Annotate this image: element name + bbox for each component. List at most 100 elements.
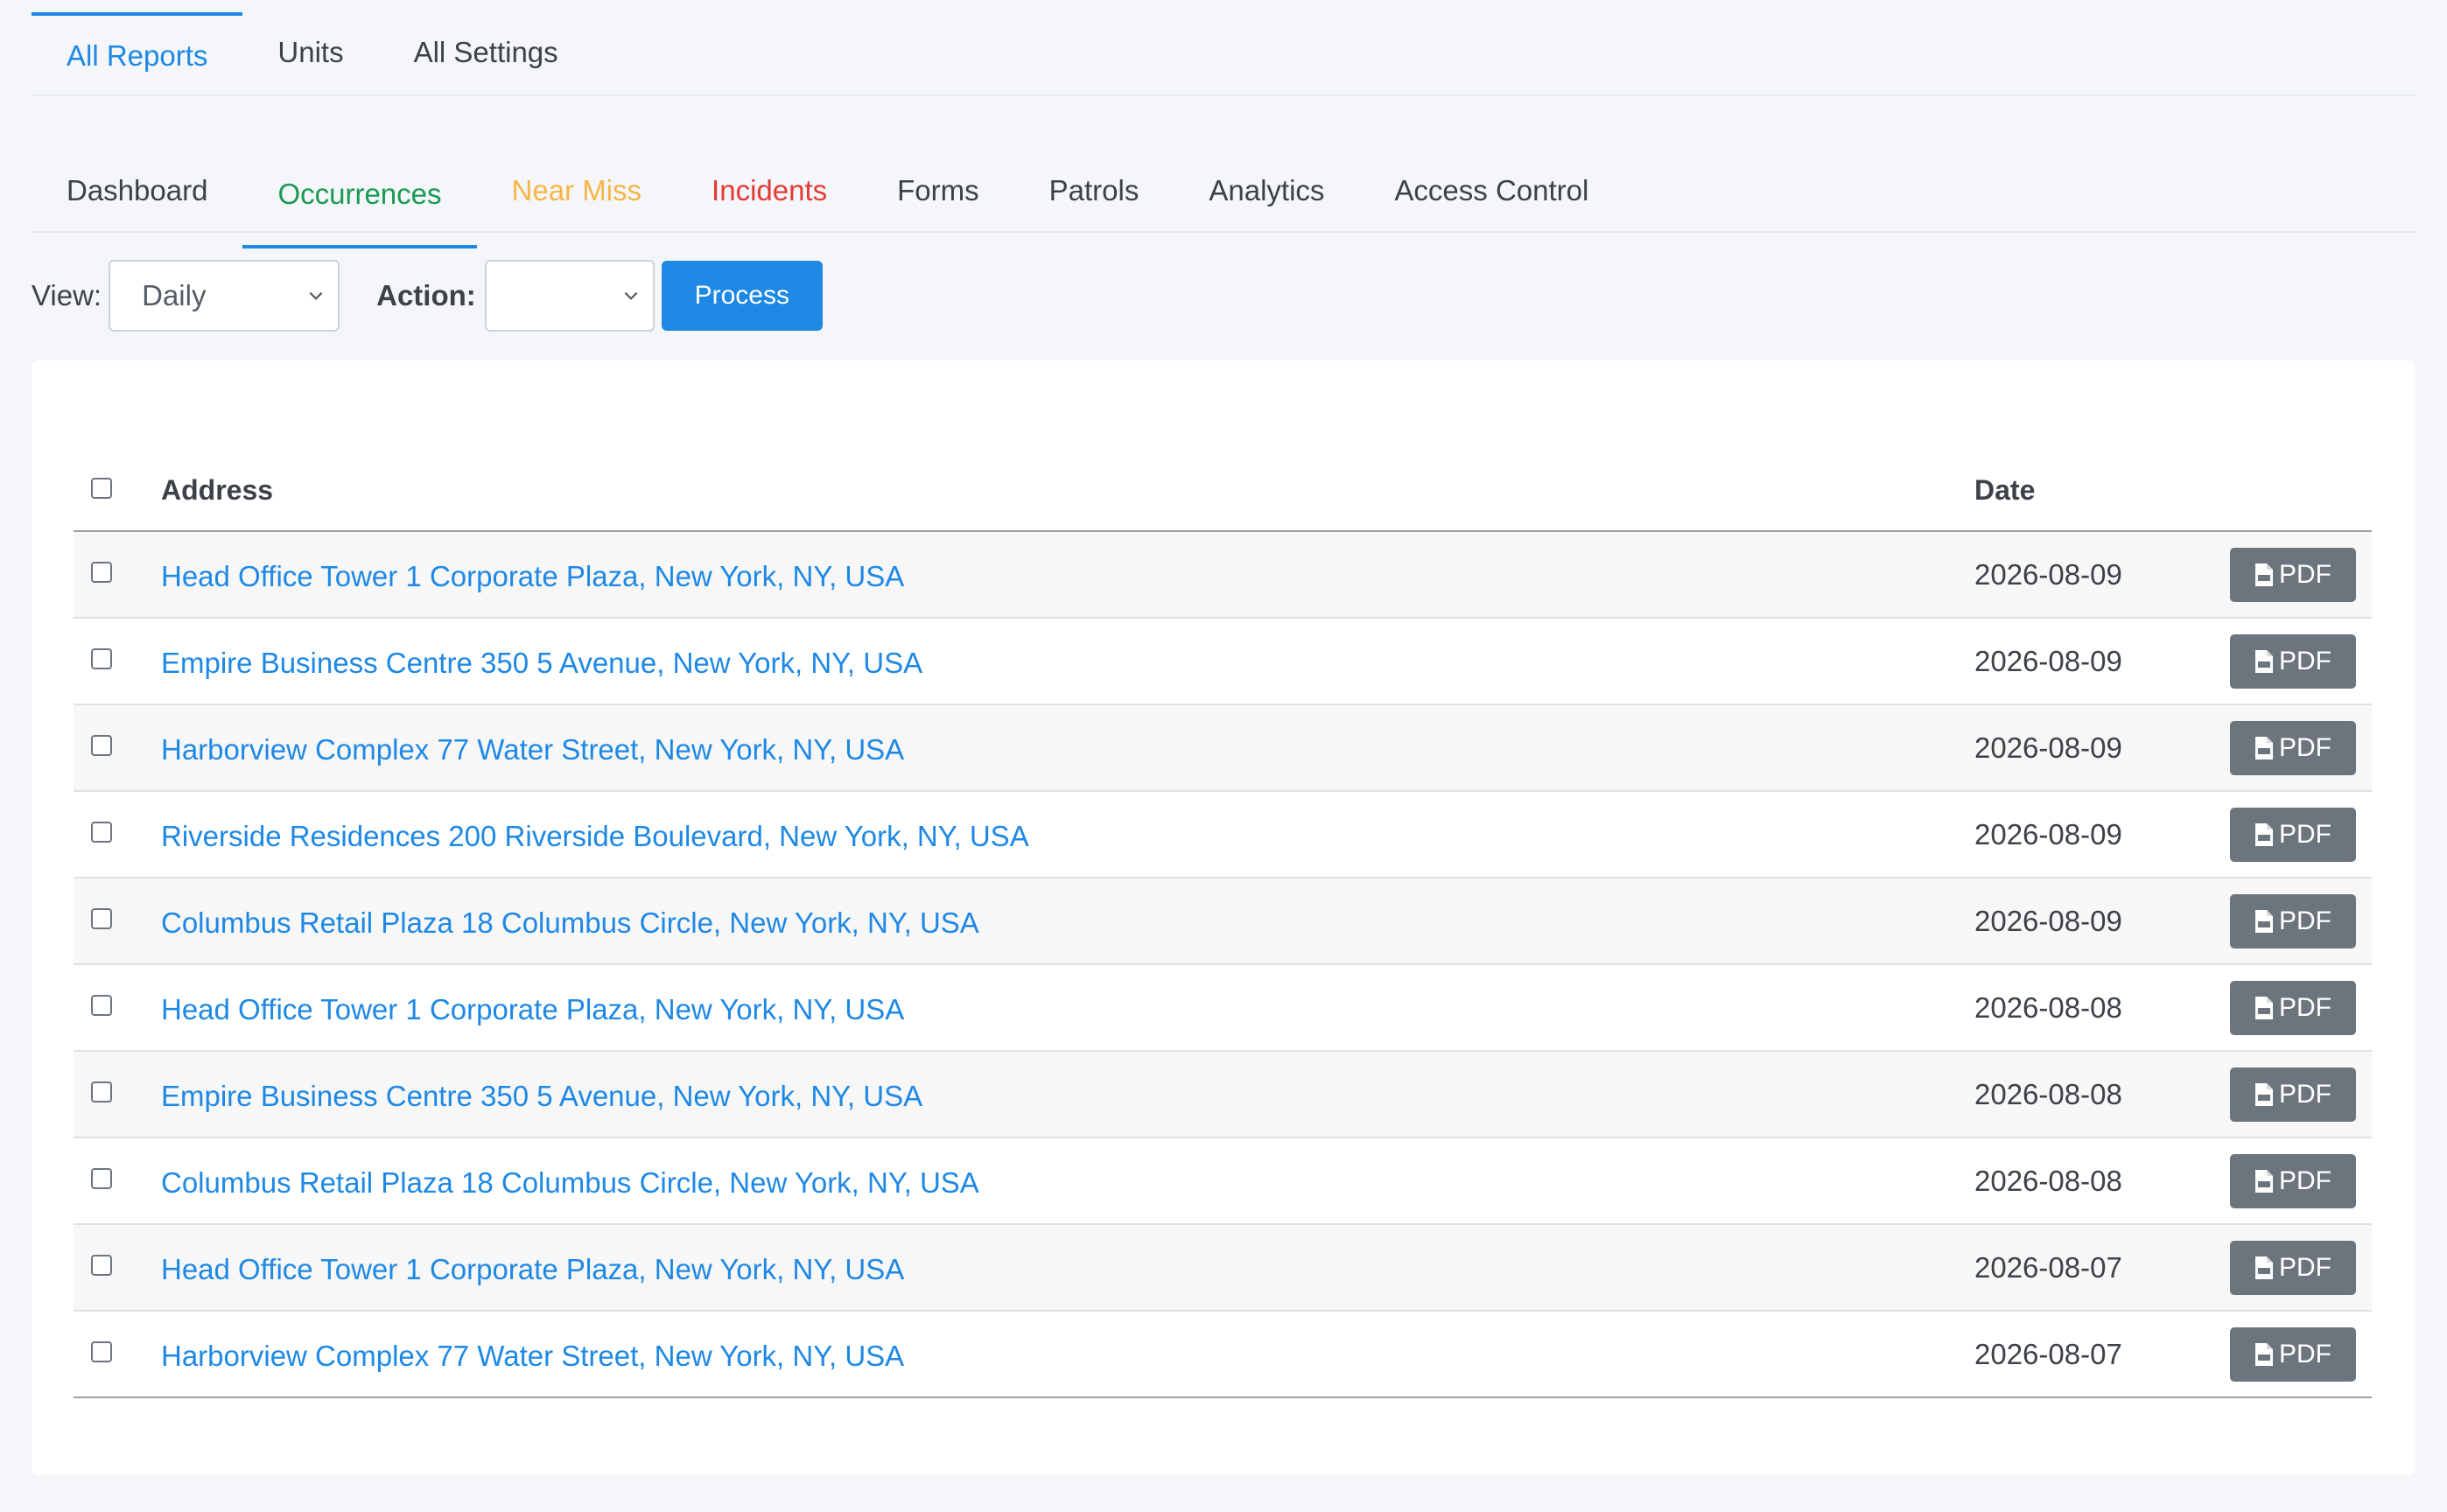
row-address-link[interactable]: Columbus Retail Plaza 18 Columbus Circle… xyxy=(161,906,979,940)
file-pdf-icon xyxy=(2255,1256,2273,1279)
row-address-link[interactable]: Head Office Tower 1 Corporate Plaza, New… xyxy=(161,560,904,593)
table-row: Harborview Complex 77 Water Street, New … xyxy=(74,1312,2372,1398)
tab-label: Patrols xyxy=(1048,174,1139,206)
tab-forms[interactable]: Forms xyxy=(862,94,1014,231)
row-date: 2026-08-08 xyxy=(1974,991,2122,1024)
row-checkbox[interactable] xyxy=(91,1168,112,1189)
file-pdf-icon xyxy=(2255,823,2273,846)
pdf-button[interactable]: PDF xyxy=(2230,981,2356,1035)
pdf-button[interactable]: PDF xyxy=(2230,1068,2356,1122)
row-address-link[interactable]: Harborview Complex 77 Water Street, New … xyxy=(161,1340,904,1373)
tab-label: Access Control xyxy=(1394,174,1589,206)
process-button[interactable]: Process xyxy=(661,261,823,331)
action-select[interactable] xyxy=(484,260,655,332)
row-checkbox[interactable] xyxy=(91,1082,112,1102)
action-label: Action: xyxy=(376,279,476,312)
pdf-button[interactable]: PDF xyxy=(2230,548,2356,602)
tab-label: Incidents xyxy=(712,174,828,206)
tab-occurrences[interactable]: Occurrences xyxy=(242,94,477,248)
pdf-button[interactable]: PDF xyxy=(2230,1327,2356,1382)
table-row: Head Office Tower 1 Corporate Plaza, New… xyxy=(74,532,2372,619)
table-header: Address Date xyxy=(74,448,2372,532)
tab-all-reports[interactable]: All Reports xyxy=(32,0,243,94)
tab-label: Units xyxy=(277,36,344,68)
pdf-button[interactable]: PDF xyxy=(2230,721,2356,775)
row-address-link[interactable]: Empire Business Centre 350 5 Avenue, New… xyxy=(161,1080,922,1113)
file-pdf-icon xyxy=(2255,910,2273,933)
row-address-link[interactable]: Head Office Tower 1 Corporate Plaza, New… xyxy=(161,1253,904,1286)
tab-label: Near Miss xyxy=(511,174,642,206)
row-checkbox[interactable] xyxy=(91,648,112,669)
table-row: Head Office Tower 1 Corporate Plaza, New… xyxy=(74,1225,2372,1312)
file-pdf-icon xyxy=(2255,650,2273,673)
row-checkbox[interactable] xyxy=(91,908,112,929)
row-date: 2026-08-08 xyxy=(1974,1078,2122,1110)
row-date: 2026-08-07 xyxy=(1974,1251,2122,1284)
tab-patrols[interactable]: Patrols xyxy=(1014,94,1174,231)
row-checkbox[interactable] xyxy=(91,735,112,756)
tab-label: Occurrences xyxy=(277,178,442,210)
table-row: Harborview Complex 77 Water Street, New … xyxy=(74,705,2372,792)
file-pdf-icon xyxy=(2255,737,2273,760)
table-row: Riverside Residences 200 Riverside Boule… xyxy=(74,792,2372,878)
table-row: Columbus Retail Plaza 18 Columbus Circle… xyxy=(74,1138,2372,1225)
pdf-button[interactable]: PDF xyxy=(2230,1154,2356,1208)
table-row: Columbus Retail Plaza 18 Columbus Circle… xyxy=(74,878,2372,965)
reports-page: All Reports Units All Settings Dashboard… xyxy=(32,0,2415,1475)
file-pdf-icon xyxy=(2255,997,2273,1019)
row-address-link[interactable]: Harborview Complex 77 Water Street, New … xyxy=(161,733,904,766)
pdf-button[interactable]: PDF xyxy=(2230,894,2356,948)
row-checkbox[interactable] xyxy=(91,562,112,583)
row-date: 2026-08-09 xyxy=(1974,818,2122,850)
tab-label: Analytics xyxy=(1209,174,1325,206)
row-checkbox[interactable] xyxy=(91,822,112,843)
row-date: 2026-08-09 xyxy=(1974,905,2122,937)
pdf-button-label: PDF xyxy=(2279,820,2331,849)
row-address-link[interactable]: Columbus Retail Plaza 18 Columbus Circle… xyxy=(161,1166,979,1200)
pdf-button[interactable]: PDF xyxy=(2230,1241,2356,1295)
tab-near-miss[interactable]: Near Miss xyxy=(477,94,677,231)
tab-incidents[interactable]: Incidents xyxy=(677,94,862,231)
tab-label: All Reports xyxy=(67,39,208,72)
tab-units[interactable]: Units xyxy=(242,0,378,94)
row-date: 2026-08-09 xyxy=(1974,645,2122,677)
pdf-button[interactable]: PDF xyxy=(2230,808,2356,862)
view-select-value: Daily xyxy=(142,279,207,312)
tab-access-control[interactable]: Access Control xyxy=(1359,94,1623,231)
select-all-checkbox[interactable] xyxy=(91,478,112,499)
reports-card: Address Date Head Office Tower 1 Corpora… xyxy=(32,360,2415,1475)
pdf-button-label: PDF xyxy=(2279,733,2331,762)
pdf-button-label: PDF xyxy=(2279,1340,2331,1368)
sub-tab-bar: Dashboard Occurrences Near Miss Incident… xyxy=(32,94,2415,248)
chevron-down-icon xyxy=(309,291,323,300)
pdf-button-label: PDF xyxy=(2279,647,2331,676)
tab-analytics[interactable]: Analytics xyxy=(1174,94,1359,231)
file-pdf-icon xyxy=(2255,1343,2273,1366)
view-select[interactable]: Daily xyxy=(109,260,340,332)
header-address: Address xyxy=(161,474,274,506)
row-checkbox[interactable] xyxy=(91,995,112,1016)
row-address-link[interactable]: Head Office Tower 1 Corporate Plaza, New… xyxy=(161,993,904,1026)
pdf-button[interactable]: PDF xyxy=(2230,634,2356,689)
reports-table: Address Date Head Office Tower 1 Corpora… xyxy=(74,448,2372,1398)
tab-label: Forms xyxy=(897,174,979,206)
row-checkbox[interactable] xyxy=(91,1255,112,1276)
tab-dashboard[interactable]: Dashboard xyxy=(32,94,242,231)
row-date: 2026-08-09 xyxy=(1974,732,2122,764)
pdf-button-label: PDF xyxy=(2279,560,2331,589)
file-pdf-icon xyxy=(2255,1083,2273,1106)
tab-label: Dashboard xyxy=(67,174,208,206)
pdf-button-label: PDF xyxy=(2279,1253,2331,1282)
row-address-link[interactable]: Empire Business Centre 350 5 Avenue, New… xyxy=(161,647,922,680)
table-row: Head Office Tower 1 Corporate Plaza, New… xyxy=(74,965,2372,1052)
row-date: 2026-08-07 xyxy=(1974,1338,2122,1370)
row-address-link[interactable]: Riverside Residences 200 Riverside Boule… xyxy=(161,820,1029,853)
view-label: View: xyxy=(32,279,102,312)
tab-all-settings[interactable]: All Settings xyxy=(379,0,593,94)
table-row: Empire Business Centre 350 5 Avenue, New… xyxy=(74,619,2372,705)
file-pdf-icon xyxy=(2255,564,2273,586)
pdf-button-label: PDF xyxy=(2279,1080,2331,1109)
chevron-down-icon xyxy=(624,291,638,300)
row-checkbox[interactable] xyxy=(91,1341,112,1362)
controls-row: View: Daily Action: Process xyxy=(32,259,823,332)
